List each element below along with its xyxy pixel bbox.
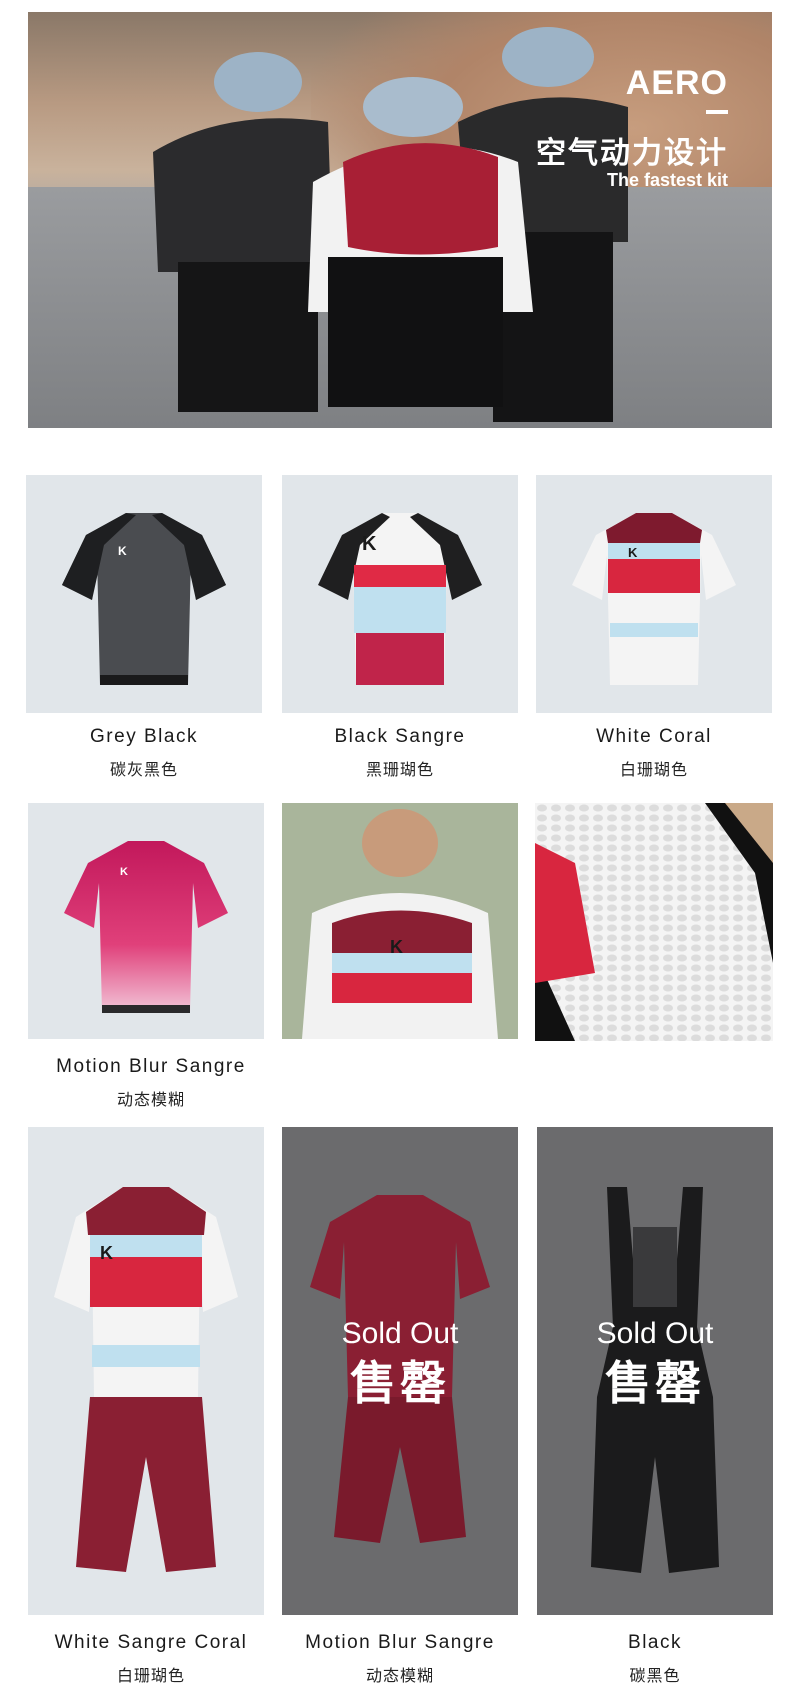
fabric-detail-photo [535,803,773,1041]
product-name-zh: 碳灰黑色 [109,762,178,779]
svg-text:K: K [390,937,403,957]
jersey-motion-blur-image: K [64,841,228,1013]
sold-out-label-zh: 售罄 [605,1357,705,1409]
product-card-grey-black[interactable]: K [26,475,262,713]
jersey-grey-black-image: K [62,513,226,685]
product-card-black-bib[interactable]: Sold Out 售罄 [537,1127,773,1615]
sold-out-overlay: Sold Out 售罄 [282,1317,518,1413]
product-name-zh: 碳黑色 [629,1668,681,1685]
mesh-sleeve-detail-image [535,803,773,1041]
product-card-motion-blur-sangre-kit[interactable]: Sold Out 售罄 [282,1127,518,1615]
jersey-black-sangre-image: K [318,513,482,685]
svg-text:K: K [120,866,128,878]
sold-out-label-en: Sold Out [341,1317,459,1350]
product-name-zh: 黑珊瑚色 [365,762,434,779]
product-name-en: Grey Black [90,726,198,747]
product-name-zh: 白珊瑚色 [619,762,688,779]
hero-banner: AERO 空气动力设计 The fastest kit [28,12,772,428]
sold-out-label-zh: 售罄 [350,1357,450,1409]
sold-out-overlay: Sold Out 售罄 [537,1317,773,1413]
product-name-en: Black Sangre [334,726,466,747]
svg-text:K: K [100,1243,113,1263]
product-card-white-coral[interactable]: K [536,475,772,713]
product-name-en: Motion Blur Sangre [305,1632,495,1653]
product-card-white-sangre-coral[interactable]: K [28,1127,264,1615]
product-name-en: Black [628,1632,682,1653]
hero-tagline: The fastest kit [606,170,728,190]
hero-divider [706,110,728,114]
hero-subtitle: 空气动力设计 [536,137,728,170]
jersey-white-coral-image: K [572,513,736,685]
lifestyle-photo-rider: K [282,803,518,1039]
rider-portrait-image: K [282,803,518,1039]
product-name-zh: 白珊瑚色 [116,1668,185,1685]
product-card-motion-blur-sangre[interactable]: K [28,803,264,1039]
hero-title: AERO [625,64,728,102]
product-name-zh: 动态模糊 [365,1668,434,1685]
product-name-en: White Coral [596,726,712,747]
kit-white-sangre-coral-image: K [54,1187,238,1572]
product-name-en: Motion Blur Sangre [56,1056,246,1077]
svg-text:K: K [628,545,638,560]
svg-text:K: K [362,533,377,555]
product-card-black-sangre[interactable]: K [282,475,518,713]
product-name-en: White Sangre Coral [54,1632,248,1653]
sold-out-label-en: Sold Out [596,1317,714,1350]
product-name-zh: 动态模糊 [116,1092,185,1109]
svg-text:K: K [118,544,127,558]
